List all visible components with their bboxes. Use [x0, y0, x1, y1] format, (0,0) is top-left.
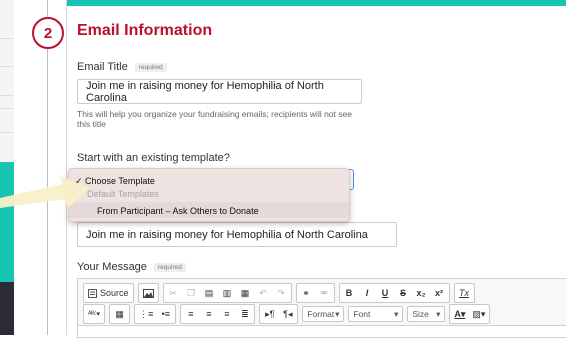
sidebar-divider [0, 66, 14, 67]
toolbar-group-source: Source [83, 283, 134, 303]
text-color-icon[interactable]: A▾ [452, 307, 467, 321]
toolbar-group-spell: ᴬᴮᶜ▾ [83, 304, 106, 324]
template-label: Start with an existing template? [77, 152, 230, 164]
section-title: Email Information [77, 22, 213, 39]
bold-button[interactable]: B [342, 286, 357, 300]
size-dropdown[interactable]: Size ▾ [407, 306, 446, 322]
chevron-down-icon: ▾ [436, 308, 441, 319]
paste-text-icon[interactable]: ▥ [220, 286, 235, 300]
image-button[interactable] [141, 286, 156, 300]
required-badge: required [134, 62, 167, 72]
italic-button[interactable]: I [360, 286, 375, 300]
strikethrough-button[interactable]: S [396, 286, 411, 300]
email-title-label: Email Title [77, 61, 128, 73]
toolbar-group-clipboard: ✂ ❐ ▤ ▥ ▦ ↶ ↷ [162, 283, 292, 303]
align-right-icon[interactable]: ≡ [219, 307, 234, 321]
toolbar-group-clear: Tx [453, 283, 475, 303]
rich-text-toolbar: Source ✂ ❐ ▤ ▥ ▦ ↶ ↷ ⚭ ⚮ B I U S x₂ x² T… [77, 278, 566, 326]
bulleted-list-icon[interactable]: •≡ [158, 307, 173, 321]
font-dropdown[interactable]: Font ▾ [348, 306, 404, 322]
step-number-badge: 2 [32, 17, 64, 49]
toolbar-group-table: ▦ [109, 304, 131, 324]
message-label-row: Your Message required [77, 261, 186, 273]
email-subject-input[interactable]: Join me in raising money for Hemophilia … [77, 222, 397, 247]
subscript-button[interactable]: x₂ [414, 286, 429, 300]
copy-icon[interactable]: ❐ [184, 286, 199, 300]
toolbar-row-1: Source ✂ ❐ ▤ ▥ ▦ ↶ ↷ ⚭ ⚮ B I U S x₂ x² T… [83, 283, 475, 303]
rtl-icon[interactable]: ¶◂ [280, 307, 295, 321]
remove-format-button[interactable]: Tx [457, 286, 472, 300]
email-title-input[interactable]: Join me in raising money for Hemophilia … [77, 79, 362, 104]
sidebar-divider [0, 132, 14, 133]
chevron-down-icon: ▾ [394, 308, 399, 319]
redo-icon[interactable]: ↷ [274, 286, 289, 300]
sidebar-divider [0, 108, 14, 109]
paste-icon[interactable]: ▤ [202, 286, 217, 300]
toolbar-group-lists: ⋮≡ •≡ [134, 304, 177, 324]
sidebar-divider [0, 95, 14, 96]
table-icon[interactable]: ▦ [112, 307, 127, 321]
required-badge: required [153, 262, 186, 272]
chevron-down-icon: ▾ [335, 308, 340, 319]
spellcheck-icon[interactable]: ᴬᴮᶜ▾ [86, 307, 102, 321]
toolbar-group-links: ⚭ ⚮ [295, 283, 335, 303]
message-label: Your Message [77, 261, 147, 273]
template-dropdown-menu: ✓ Choose Template Default Templates From… [68, 168, 350, 222]
sidebar-divider [0, 38, 14, 39]
toolbar-group-direction: ▸¶ ¶◂ [259, 304, 299, 324]
panel-accent-bar [67, 0, 566, 6]
undo-icon[interactable]: ↶ [256, 286, 271, 300]
message-editor-area[interactable] [77, 326, 566, 338]
toolbar-row-2: ᴬᴮᶜ▾ ▦ ⋮≡ •≡ ≡ ≡ ≡ ≣ ▸¶ ¶◂ Format ▾ Font… [83, 304, 491, 324]
unlink-icon[interactable]: ⚮ [317, 286, 332, 300]
background-color-icon[interactable]: ▨▾ [470, 307, 487, 321]
email-title-label-row: Email Title required [77, 61, 167, 73]
cut-icon[interactable]: ✂ [166, 286, 181, 300]
toolbar-group-text-style: B I U S x₂ x² [338, 283, 450, 303]
toolbar-group-align: ≡ ≡ ≡ ≣ [180, 304, 256, 324]
source-icon [88, 288, 97, 298]
source-button[interactable]: Source [86, 286, 131, 300]
paste-word-icon[interactable]: ▦ [238, 286, 253, 300]
align-justify-icon[interactable]: ≣ [237, 307, 252, 321]
toolbar-group-colors: A▾ ▨▾ [449, 304, 491, 324]
image-icon [142, 288, 154, 298]
superscript-button[interactable]: x² [432, 286, 447, 300]
callout-arrow-icon [0, 176, 90, 208]
sidebar-dark-block [0, 282, 14, 335]
email-title-help-text: This will help you organize your fundrai… [77, 109, 352, 129]
underline-button[interactable]: U [378, 286, 393, 300]
toolbar-group-image [137, 283, 159, 303]
numbered-list-icon[interactable]: ⋮≡ [137, 307, 155, 321]
align-left-icon[interactable]: ≡ [183, 307, 198, 321]
ltr-icon[interactable]: ▸¶ [262, 307, 277, 321]
align-center-icon[interactable]: ≡ [201, 307, 216, 321]
link-icon[interactable]: ⚭ [299, 286, 314, 300]
format-dropdown[interactable]: Format ▾ [302, 306, 345, 322]
dropdown-item-ask-others-to-donate[interactable]: From Participant – Ask Others to Donate [97, 206, 259, 216]
